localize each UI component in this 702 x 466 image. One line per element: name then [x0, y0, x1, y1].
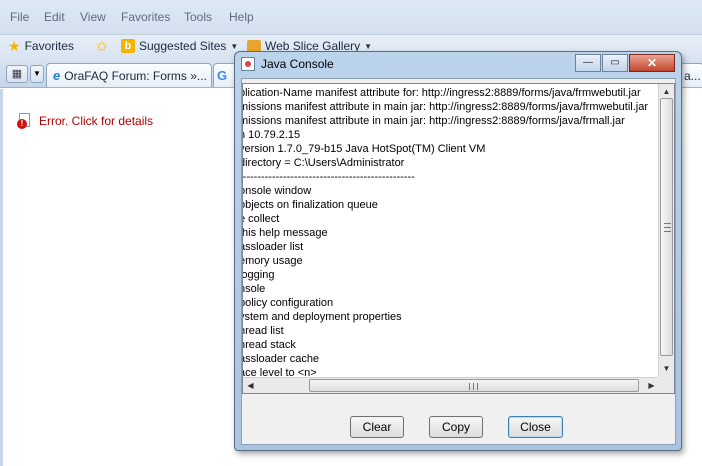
scroll-left-icon[interactable]: ◀: [243, 378, 258, 393]
scroll-right-icon[interactable]: ▶: [644, 378, 659, 393]
close-button[interactable]: Close: [508, 416, 563, 438]
console-line: directory = C:\Users\Administrator: [243, 157, 405, 169]
console-line: policy configuration: [243, 297, 334, 309]
error-text: Error. Click for details: [39, 114, 154, 128]
console-line: assloader cache: [243, 353, 320, 365]
favorites-label: Favorites: [24, 39, 74, 53]
console-line: missions manifest attribute in main jar:…: [243, 101, 648, 113]
minimize-button[interactable]: —: [575, 54, 601, 72]
java-console-window: Java Console — ▭ ✕ plication-Name manife…: [234, 51, 682, 451]
console-line: onsole window: [243, 185, 312, 197]
tab-other[interactable]: a...: [680, 63, 702, 87]
suggested-sites-link[interactable]: b Suggested Sites ▼: [121, 39, 238, 53]
vertical-scrollbar[interactable]: ▲ ▼: [658, 84, 674, 377]
restore-button[interactable]: ▭: [602, 54, 628, 72]
tab-label: a...: [684, 68, 701, 83]
clear-button[interactable]: Clear: [350, 416, 404, 438]
menu-favorites[interactable]: Favorites: [121, 10, 170, 24]
applet-error-link[interactable]: ! Error. Click for details: [17, 113, 153, 129]
console-line: logging: [243, 269, 275, 281]
quick-tabs-button[interactable]: ▦: [6, 65, 28, 83]
error-icon: !: [17, 113, 33, 129]
star-icon: ★: [8, 38, 21, 54]
menu-tools[interactable]: Tools: [184, 10, 212, 24]
menu-file[interactable]: File: [10, 10, 29, 24]
menu-view[interactable]: View: [80, 10, 106, 24]
google-icon: G: [217, 68, 228, 83]
window-title: Java Console: [261, 57, 334, 71]
vertical-scroll-thumb[interactable]: [660, 98, 673, 356]
console-line: n 10.79.2.15: [243, 129, 301, 141]
horizontal-scroll-thumb[interactable]: [309, 379, 639, 392]
close-window-button[interactable]: ✕: [629, 54, 675, 72]
favorites-button[interactable]: ★ Favorites: [8, 39, 74, 53]
scroll-up-icon[interactable]: ▲: [659, 84, 674, 99]
tab-label: OraFAQ Forum: Forms »...: [64, 68, 207, 83]
scroll-down-icon[interactable]: ▼: [659, 361, 674, 376]
scrollbar-corner: [658, 377, 674, 393]
console-line: ace level to <n>: [243, 367, 317, 376]
console-line: emory usage: [243, 255, 303, 267]
menu-edit[interactable]: Edit: [44, 10, 65, 24]
console-line: missions manifest attribute in main jar:…: [243, 115, 625, 127]
java-icon: [241, 57, 255, 71]
console-line: plication-Name manifest attribute for: h…: [243, 87, 641, 99]
copy-button[interactable]: Copy: [429, 416, 483, 438]
bing-icon: b: [121, 39, 135, 53]
console-line: ----------------------------------------…: [243, 171, 415, 183]
console-line: hread stack: [243, 339, 296, 351]
console-output[interactable]: plication-Name manifest attribute for: h…: [242, 83, 675, 394]
horizontal-scrollbar[interactable]: ◀ ▶: [243, 377, 660, 393]
console-line: version 1.7.0_79-b15 Java HotSpot(TM) Cl…: [243, 143, 486, 155]
chevron-down-icon[interactable]: ▼: [364, 42, 372, 51]
tab-orafaq[interactable]: e OraFAQ Forum: Forms »...: [46, 63, 212, 87]
chevron-down-icon: ▼: [33, 69, 41, 78]
console-lines: plication-Name manifest attribute for: h…: [243, 86, 660, 376]
quick-tabs-icon: ▦: [11, 68, 23, 80]
console-line: objects on finalization queue: [243, 199, 378, 211]
tab-list-button[interactable]: ▼: [30, 65, 44, 83]
console-line: e collect: [243, 213, 280, 225]
console-line: ystem and deployment properties: [243, 311, 402, 323]
console-line: assloader list: [243, 241, 304, 253]
ie-icon: e: [53, 68, 61, 83]
add-favorite-star-icon: ✩: [96, 38, 108, 54]
add-to-favorites-button[interactable]: ✩: [96, 39, 108, 53]
console-line: this help message: [243, 227, 328, 239]
suggested-sites-label: Suggested Sites: [139, 39, 227, 53]
console-line: hread list: [243, 325, 284, 337]
menu-help[interactable]: Help: [229, 10, 254, 24]
console-line: nsole: [243, 283, 266, 295]
console-client-area: plication-Name manifest attribute for: h…: [241, 78, 676, 445]
chevron-down-icon[interactable]: ▼: [230, 42, 238, 51]
menu-bar: File Edit View Favorites Tools Help: [0, 0, 702, 34]
window-title-bar[interactable]: Java Console: [241, 57, 334, 71]
